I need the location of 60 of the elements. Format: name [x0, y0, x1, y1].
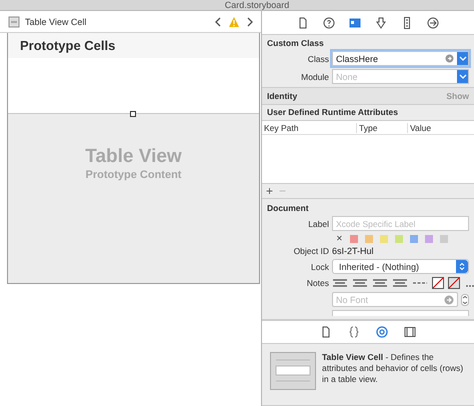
- section-title: Document: [267, 203, 310, 213]
- chevron-down-icon[interactable]: [458, 56, 466, 62]
- align-icon[interactable]: [392, 278, 408, 288]
- object-id: 6sI-2T-Hul: [332, 246, 374, 256]
- breadcrumb-item[interactable]: Table View Cell: [25, 16, 86, 26]
- align-icon[interactable]: [332, 278, 348, 288]
- no-background-icon[interactable]: [448, 277, 460, 289]
- no-color-icon[interactable]: [432, 277, 444, 289]
- color-swatch[interactable]: [425, 234, 433, 242]
- color-swatch[interactable]: [410, 234, 418, 242]
- placeholder-title: Table View: [85, 146, 182, 168]
- inspector-tab[interactable]: [401, 16, 413, 28]
- inspector-tab[interactable]: [427, 16, 439, 28]
- table-cell-icon: [270, 352, 316, 390]
- placeholder-subtitle: Prototype Content: [86, 169, 182, 181]
- up-down-icon[interactable]: [459, 262, 465, 271]
- lock-popup[interactable]: Inherited - (Nothing): [332, 259, 469, 274]
- library-tab[interactable]: [404, 326, 416, 338]
- column-header[interactable]: Value: [408, 122, 432, 132]
- back-icon[interactable]: [213, 16, 223, 28]
- label-field[interactable]: Xcode Specific Label: [332, 216, 469, 231]
- column-header[interactable]: Type: [357, 122, 408, 132]
- library-tab[interactable]: [348, 326, 360, 338]
- class-field[interactable]: ClassHere: [332, 51, 469, 66]
- inspector-tab[interactable]: [349, 16, 361, 28]
- field-label: Module: [300, 72, 329, 82]
- column-header[interactable]: Key Path: [262, 122, 357, 132]
- window-title: Card.storyboard: [224, 1, 290, 10]
- resize-handle[interactable]: [130, 111, 136, 117]
- field-label: Notes: [306, 278, 329, 288]
- inspector-tab[interactable]: [323, 16, 335, 28]
- prototype-cell[interactable]: [8, 58, 259, 114]
- field-label: Label: [307, 218, 329, 228]
- notes-field[interactable]: [332, 310, 469, 316]
- section-title: Identity: [267, 91, 298, 101]
- forward-icon[interactable]: [245, 16, 255, 28]
- field-label: Class: [306, 54, 329, 64]
- object-description: Table View Cell - Defines the attributes and behavior of cells (rows) in a table view.: [322, 352, 464, 385]
- color-swatch[interactable]: [395, 234, 403, 242]
- color-swatch[interactable]: [380, 234, 388, 242]
- color-swatch[interactable]: [365, 234, 373, 242]
- add-button[interactable]: +: [266, 185, 274, 197]
- section-title: User Defined Runtime Attributes: [266, 107, 399, 119]
- section-header-title: Prototype Cells: [20, 38, 116, 53]
- align-icon[interactable]: [372, 278, 388, 288]
- section-title: Custom Class: [267, 38, 325, 48]
- field-label: Lock: [310, 262, 329, 272]
- clear-color-button[interactable]: ✕: [336, 234, 343, 243]
- library-tab[interactable]: [376, 326, 388, 338]
- color-swatch[interactable]: [440, 234, 448, 242]
- inspector-tab[interactable]: [375, 16, 387, 28]
- chevron-down-icon[interactable]: [458, 74, 466, 80]
- align-icon[interactable]: [352, 278, 368, 288]
- cell-icon: [8, 16, 20, 28]
- color-swatch[interactable]: [350, 234, 358, 242]
- stepper-icon[interactable]: [461, 294, 469, 306]
- field-label: Object ID: [292, 246, 329, 256]
- go-icon[interactable]: [445, 54, 454, 63]
- inspector-tab[interactable]: [297, 16, 309, 28]
- library-tab[interactable]: [320, 326, 332, 338]
